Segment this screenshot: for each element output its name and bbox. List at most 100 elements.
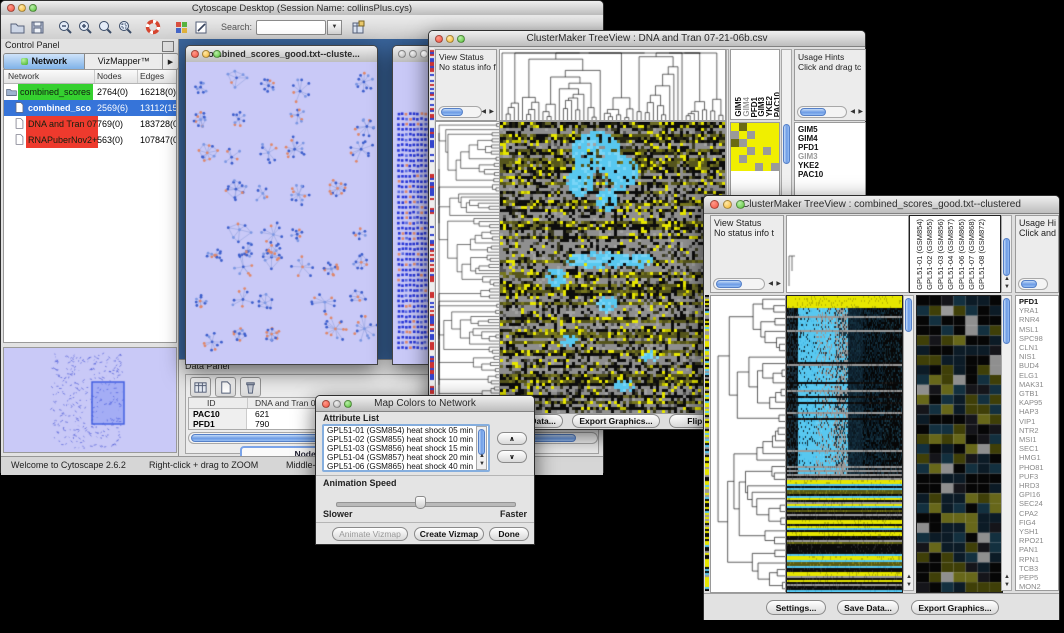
treeview2-global-heatmap[interactable]: [786, 295, 903, 593]
done-button[interactable]: Done: [489, 527, 529, 541]
scroll-up-icon[interactable]: ▲: [1004, 275, 1010, 283]
minimize-button[interactable]: [18, 4, 26, 12]
close-button[interactable]: [710, 200, 719, 209]
dialog-titlebar[interactable]: Map Colors to Network: [316, 396, 534, 412]
attribute-list-scrollbar[interactable]: ▲ ▼: [476, 426, 487, 470]
scroll-left-icon[interactable]: ◀: [481, 108, 486, 116]
zoom-button[interactable]: [457, 35, 465, 43]
search-input[interactable]: [256, 20, 326, 35]
network-row[interactable]: combined_scores2764(0)16218(0): [4, 84, 176, 100]
scroll-down-icon[interactable]: ▼: [479, 460, 485, 468]
move-down-button[interactable]: ∨: [497, 450, 527, 463]
col-edges[interactable]: Edges: [140, 71, 164, 81]
attribute-item[interactable]: GPL51-06 (GSM865) heat shock 40 min: [327, 463, 488, 472]
zoom-button[interactable]: [29, 4, 37, 12]
export-graphics-button[interactable]: Export Graphics...: [572, 414, 660, 428]
select-attributes-icon[interactable]: [190, 377, 211, 397]
treeview2-titlebar[interactable]: ClusterMaker TreeView : combined_scores_…: [704, 196, 1059, 214]
treeview2-global-strip[interactable]: [705, 295, 709, 591]
vizmapper-icon[interactable]: [171, 18, 191, 37]
annotation-icon[interactable]: [191, 18, 211, 37]
import-table-icon[interactable]: [348, 18, 368, 37]
network-row[interactable]: DNA and Tran 07769(0)183728(0): [4, 116, 176, 132]
treeview2-row-dendrogram[interactable]: [710, 295, 786, 593]
save-icon[interactable]: [27, 18, 47, 37]
tab-network[interactable]: Network: [4, 54, 85, 69]
usage-hints-scrollbar[interactable]: [797, 106, 847, 118]
tab-vizmapper[interactable]: VizMapper™: [85, 54, 162, 69]
treeview1-row-dendrogram[interactable]: [435, 121, 500, 414]
scroll-right-icon[interactable]: ▶: [776, 280, 781, 288]
network1-titlebar[interactable]: combined_scores_good.txt--cluste...: [186, 46, 377, 63]
delete-attribute-icon[interactable]: [240, 377, 261, 397]
scroll-up-icon[interactable]: ▲: [1004, 573, 1010, 581]
zoom-button[interactable]: [213, 50, 221, 58]
col-id[interactable]: ID: [207, 398, 216, 408]
scroll-left-icon[interactable]: ◀: [850, 108, 855, 116]
minimize-button[interactable]: [333, 400, 341, 408]
zoom-in-icon[interactable]: [75, 18, 95, 37]
scroll-down-icon[interactable]: ▼: [906, 581, 912, 589]
treeview1-heatmap[interactable]: [499, 121, 726, 414]
slider-thumb[interactable]: [415, 496, 426, 509]
create-attribute-icon[interactable]: [215, 377, 236, 397]
col-nodes[interactable]: Nodes: [97, 71, 122, 81]
treeview2-labels-vscrollbar[interactable]: ▲ ▼: [1001, 295, 1012, 591]
scroll-down-icon[interactable]: ▼: [1004, 581, 1010, 589]
treeview2-global-vscrollbar[interactable]: ▲ ▼: [903, 295, 914, 591]
close-button[interactable]: [191, 50, 199, 58]
network1-canvas[interactable]: [186, 62, 377, 364]
create-vizmap-button[interactable]: Create Vizmap: [414, 527, 484, 541]
treeview2-header-vscrollbar[interactable]: ▲ ▼: [1001, 215, 1012, 293]
zoom-button[interactable]: [736, 200, 745, 209]
treeview1-titlebar[interactable]: ClusterMaker TreeView : DNA and Tran 07-…: [429, 31, 865, 47]
treeview1-global-strip[interactable]: [430, 48, 434, 413]
main-titlebar[interactable]: Cytoscape Desktop (Session Name: collins…: [1, 1, 603, 16]
zoom-button[interactable]: [344, 400, 352, 408]
attribute-list[interactable]: GPL51-01 (GSM854) heat shock 05 minGPL51…: [322, 424, 490, 472]
zoom-region-icon[interactable]: [115, 18, 135, 37]
minimize-button[interactable]: [446, 35, 454, 43]
network2-titlebar[interactable]: [393, 46, 431, 63]
treeview1-vscroll-thumb[interactable]: [783, 124, 790, 164]
close-button[interactable]: [322, 400, 330, 408]
search-dropdown[interactable]: ▼: [327, 20, 342, 35]
network-overview-canvas[interactable]: [4, 348, 176, 452]
scroll-up-icon[interactable]: ▲: [906, 573, 912, 581]
scroll-right-icon[interactable]: ▶: [858, 108, 863, 116]
settings-button[interactable]: Settings...: [766, 600, 826, 615]
scroll-left-icon[interactable]: ◀: [768, 280, 773, 288]
network-row[interactable]: RNAPuberNov2+563(0)107847(0): [4, 132, 176, 148]
minimize-button[interactable]: [409, 50, 417, 58]
treeview2-zoom-heatmap[interactable]: [916, 295, 1003, 593]
animation-speed-slider[interactable]: [336, 502, 516, 507]
view-status-scrollbar[interactable]: [438, 106, 482, 118]
view-status-scrollbar[interactable]: [713, 278, 765, 290]
zoom-fit-icon[interactable]: [95, 18, 115, 37]
network-row[interactable]: combined_sco2569(6)13112(15): [4, 100, 176, 116]
treeview2-column-dendrogram[interactable]: [786, 215, 909, 293]
close-button[interactable]: [7, 4, 15, 12]
export-graphics-button[interactable]: Export Graphics...: [911, 600, 999, 615]
help-ring-icon[interactable]: [143, 18, 163, 37]
scroll-right-icon[interactable]: ▶: [489, 108, 494, 116]
network-overview-panel[interactable]: [3, 347, 177, 453]
minimize-button[interactable]: [723, 200, 732, 209]
open-folder-icon[interactable]: [7, 18, 27, 37]
usage-hints-scrollbar[interactable]: [1018, 278, 1048, 290]
treeview1-column-dendrogram[interactable]: [499, 49, 726, 121]
scroll-down-icon[interactable]: ▼: [1004, 283, 1010, 291]
close-button[interactable]: [398, 50, 406, 58]
network2-canvas[interactable]: [393, 62, 431, 364]
save-data-button[interactable]: Save Data...: [837, 600, 899, 615]
scroll-up-icon[interactable]: ▲: [479, 452, 485, 460]
tab-overflow-button[interactable]: ▶: [162, 54, 178, 69]
close-button[interactable]: [435, 35, 443, 43]
col-network[interactable]: Network: [8, 71, 39, 81]
minimize-button[interactable]: [202, 50, 210, 58]
zoom-out-icon[interactable]: [55, 18, 75, 37]
float-panel-icon[interactable]: [162, 41, 174, 52]
move-up-button[interactable]: ∧: [497, 432, 527, 445]
animate-vizmap-button[interactable]: Animate Vizmap: [332, 527, 408, 541]
zoom-button[interactable]: [420, 50, 428, 58]
